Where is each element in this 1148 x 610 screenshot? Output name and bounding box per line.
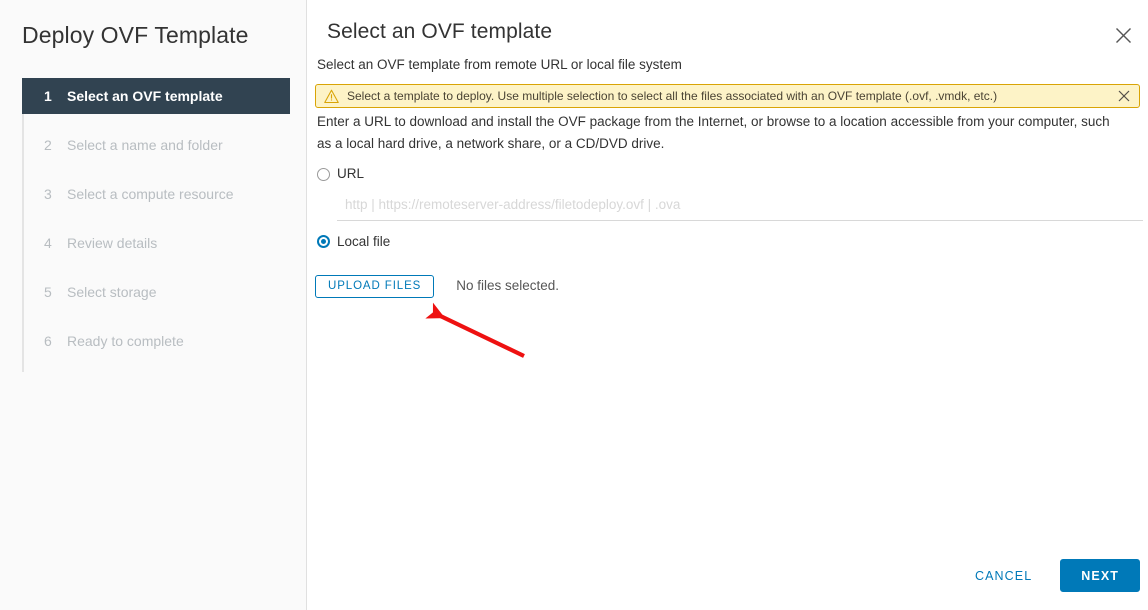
file-selection-status: No files selected. bbox=[456, 278, 560, 293]
page-title: Select an OVF template bbox=[327, 20, 553, 43]
warning-alert-bar: Select a template to deploy. Use multipl… bbox=[315, 84, 1140, 108]
page-subtitle: Select an OVF template from remote URL o… bbox=[317, 57, 682, 72]
radio-url-indicator[interactable] bbox=[317, 167, 330, 181]
step-number: 6 bbox=[44, 333, 52, 349]
page-header: Select an OVF template bbox=[307, 0, 1148, 46]
wizard-sidebar: Deploy OVF Template 1 Select an OVF temp… bbox=[0, 0, 307, 610]
sidebar-step-review-details[interactable]: 4 Review details bbox=[24, 225, 306, 261]
step-label: Select an OVF template bbox=[67, 88, 223, 104]
step-number: 3 bbox=[44, 186, 52, 202]
radio-url-label: URL bbox=[337, 166, 365, 181]
radio-local-file-label: Local file bbox=[337, 233, 391, 249]
step-label: Select a compute resource bbox=[67, 186, 234, 202]
wizard-title: Deploy OVF Template bbox=[22, 22, 249, 48]
deploy-ovf-wizard: Deploy OVF Template 1 Select an OVF temp… bbox=[0, 0, 1148, 610]
wizard-footer-actions: CANCEL NEXT bbox=[961, 559, 1140, 592]
instructions-paragraph: Enter a URL to download and install the … bbox=[317, 114, 1110, 151]
wizard-main-panel: Select an OVF template Select an OVF tem… bbox=[307, 0, 1148, 610]
step-number: 5 bbox=[44, 284, 52, 300]
step-number: 4 bbox=[44, 235, 52, 251]
step-label: Review details bbox=[67, 235, 158, 251]
sidebar-step-select-a-name-and-folder[interactable]: 2 Select a name and folder bbox=[24, 127, 306, 163]
step-number: 2 bbox=[44, 137, 52, 153]
url-input[interactable] bbox=[337, 196, 1143, 221]
radio-option-url[interactable]: URL bbox=[307, 166, 1148, 182]
upload-files-button[interactable]: UPLOAD FILES bbox=[315, 274, 435, 298]
cancel-button[interactable]: CANCEL bbox=[961, 561, 1046, 591]
sidebar-step-select-a-compute-resource[interactable]: 3 Select a compute resource bbox=[24, 176, 306, 212]
sidebar-step-select-storage[interactable]: 5 Select storage bbox=[24, 274, 306, 310]
next-button[interactable]: NEXT bbox=[1060, 559, 1140, 592]
step-label: Select a name and folder bbox=[67, 137, 223, 153]
close-icon[interactable] bbox=[1106, 18, 1140, 52]
sidebar-step-select-an-ovf-template[interactable]: 1 Select an OVF template bbox=[22, 78, 290, 114]
step-label: Ready to complete bbox=[67, 333, 184, 349]
radio-option-local-file[interactable]: Local file bbox=[307, 234, 1148, 250]
warning-triangle-icon bbox=[324, 89, 339, 103]
upload-row: UPLOAD FILES No files selected. bbox=[307, 274, 1148, 298]
alert-close-icon[interactable] bbox=[1115, 87, 1133, 105]
sidebar-step-ready-to-complete[interactable]: 6 Ready to complete bbox=[24, 323, 306, 359]
url-input-container bbox=[307, 196, 1143, 221]
wizard-step-list: 1 Select an OVF template 2 Select a name… bbox=[22, 78, 306, 372]
warning-alert-text: Select a template to deploy. Use multipl… bbox=[347, 89, 998, 103]
step-number: 1 bbox=[44, 88, 52, 104]
step-label: Select storage bbox=[67, 284, 157, 300]
radio-local-file-indicator[interactable] bbox=[317, 235, 330, 248]
